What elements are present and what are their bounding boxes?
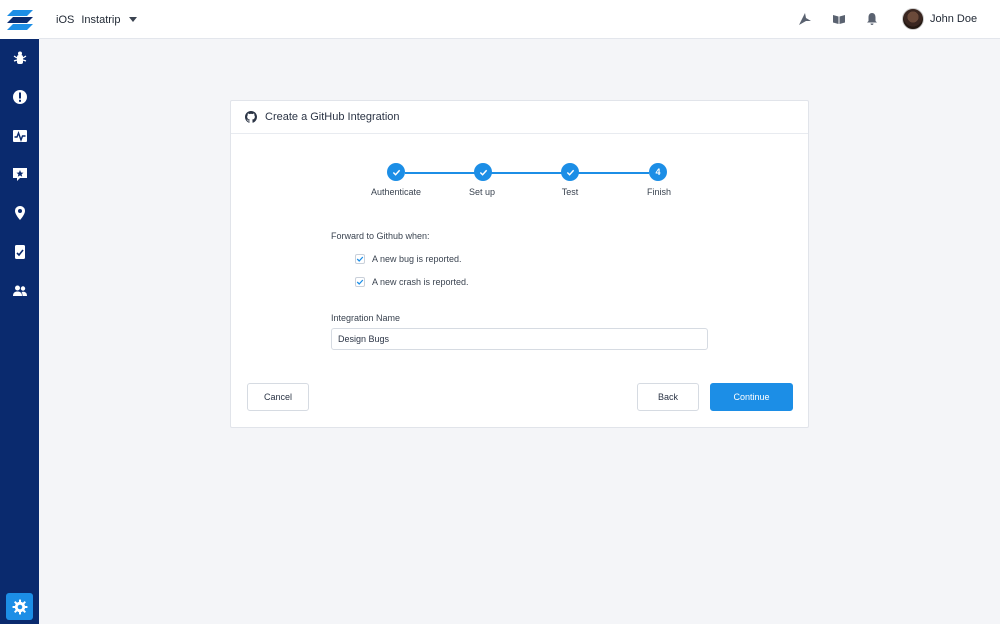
settings-button[interactable] [6, 593, 33, 620]
sidebar-item-app-ratings[interactable] [9, 242, 30, 262]
bug-icon [13, 51, 26, 64]
step-label-finish: Finish [646, 187, 672, 197]
cancel-button[interactable]: Cancel [247, 383, 309, 411]
step-test-check-icon [561, 163, 579, 181]
sidebar-item-bugs[interactable] [9, 48, 30, 68]
check-icon [356, 256, 364, 262]
forward-label: Forward to Github when: [331, 231, 430, 241]
checkbox-new-crash[interactable] [355, 277, 365, 287]
sidebar-item-location[interactable] [9, 203, 30, 223]
sidebar [0, 39, 39, 624]
sidebar-item-apm[interactable] [9, 126, 30, 146]
integration-form: Forward to Github when: A new bug is rep… [331, 231, 709, 350]
bell-icon[interactable] [865, 12, 879, 26]
github-icon [245, 111, 257, 123]
apm-icon [12, 130, 27, 143]
integration-name-input[interactable] [331, 328, 708, 350]
top-bar: iOS Instatrip John Doe [0, 0, 1000, 39]
sidebar-item-team[interactable] [9, 281, 30, 301]
sidebar-item-crashes[interactable] [9, 87, 30, 107]
users-icon [12, 285, 27, 296]
integration-name-label: Integration Name [331, 313, 401, 323]
app-rating-icon [14, 245, 25, 259]
continue-button[interactable]: Continue [710, 383, 793, 411]
app-name: Instatrip [81, 13, 121, 26]
app-switcher[interactable]: iOS Instatrip [56, 0, 138, 39]
user-menu[interactable]: John Doe [902, 8, 977, 30]
step-authenticate-check-icon [387, 163, 405, 181]
avatar [902, 8, 924, 30]
integration-card: Create a GitHub Integration 4 Authentica… [230, 100, 809, 428]
card-header: Create a GitHub Integration [231, 101, 808, 134]
step-finish-number: 4 [649, 163, 667, 181]
step-label-authenticate: Authenticate [370, 187, 422, 197]
step-connector [491, 172, 562, 174]
stepper: 4 Authenticate Set up Test Finish [231, 163, 810, 203]
option-new-bug-label: A new bug is reported. [372, 254, 462, 264]
back-button[interactable]: Back [637, 383, 699, 411]
user-name: John Doe [930, 13, 978, 25]
option-new-crash[interactable]: A new crash is reported. [355, 277, 709, 287]
crash-icon [12, 90, 27, 104]
platform-label: iOS [56, 13, 75, 26]
feature-request-icon [12, 168, 27, 181]
check-icon [356, 279, 364, 285]
step-connector [578, 172, 649, 174]
announcement-icon[interactable] [798, 12, 812, 26]
step-label-setup: Set up [468, 187, 496, 197]
gear-icon [12, 599, 27, 614]
logo[interactable] [0, 0, 39, 39]
location-icon [14, 206, 25, 220]
chevron-down-icon [129, 17, 138, 22]
card-title: Create a GitHub Integration [265, 111, 400, 123]
sidebar-item-feature-requests[interactable] [9, 164, 30, 184]
step-setup-check-icon [474, 163, 492, 181]
option-new-crash-label: A new crash is reported. [372, 277, 469, 287]
checkbox-new-bug[interactable] [355, 254, 365, 264]
step-label-test: Test [561, 187, 579, 197]
logo-icon [6, 9, 33, 30]
step-connector [405, 172, 475, 174]
option-new-bug[interactable]: A new bug is reported. [355, 254, 709, 264]
book-icon[interactable] [832, 12, 846, 26]
